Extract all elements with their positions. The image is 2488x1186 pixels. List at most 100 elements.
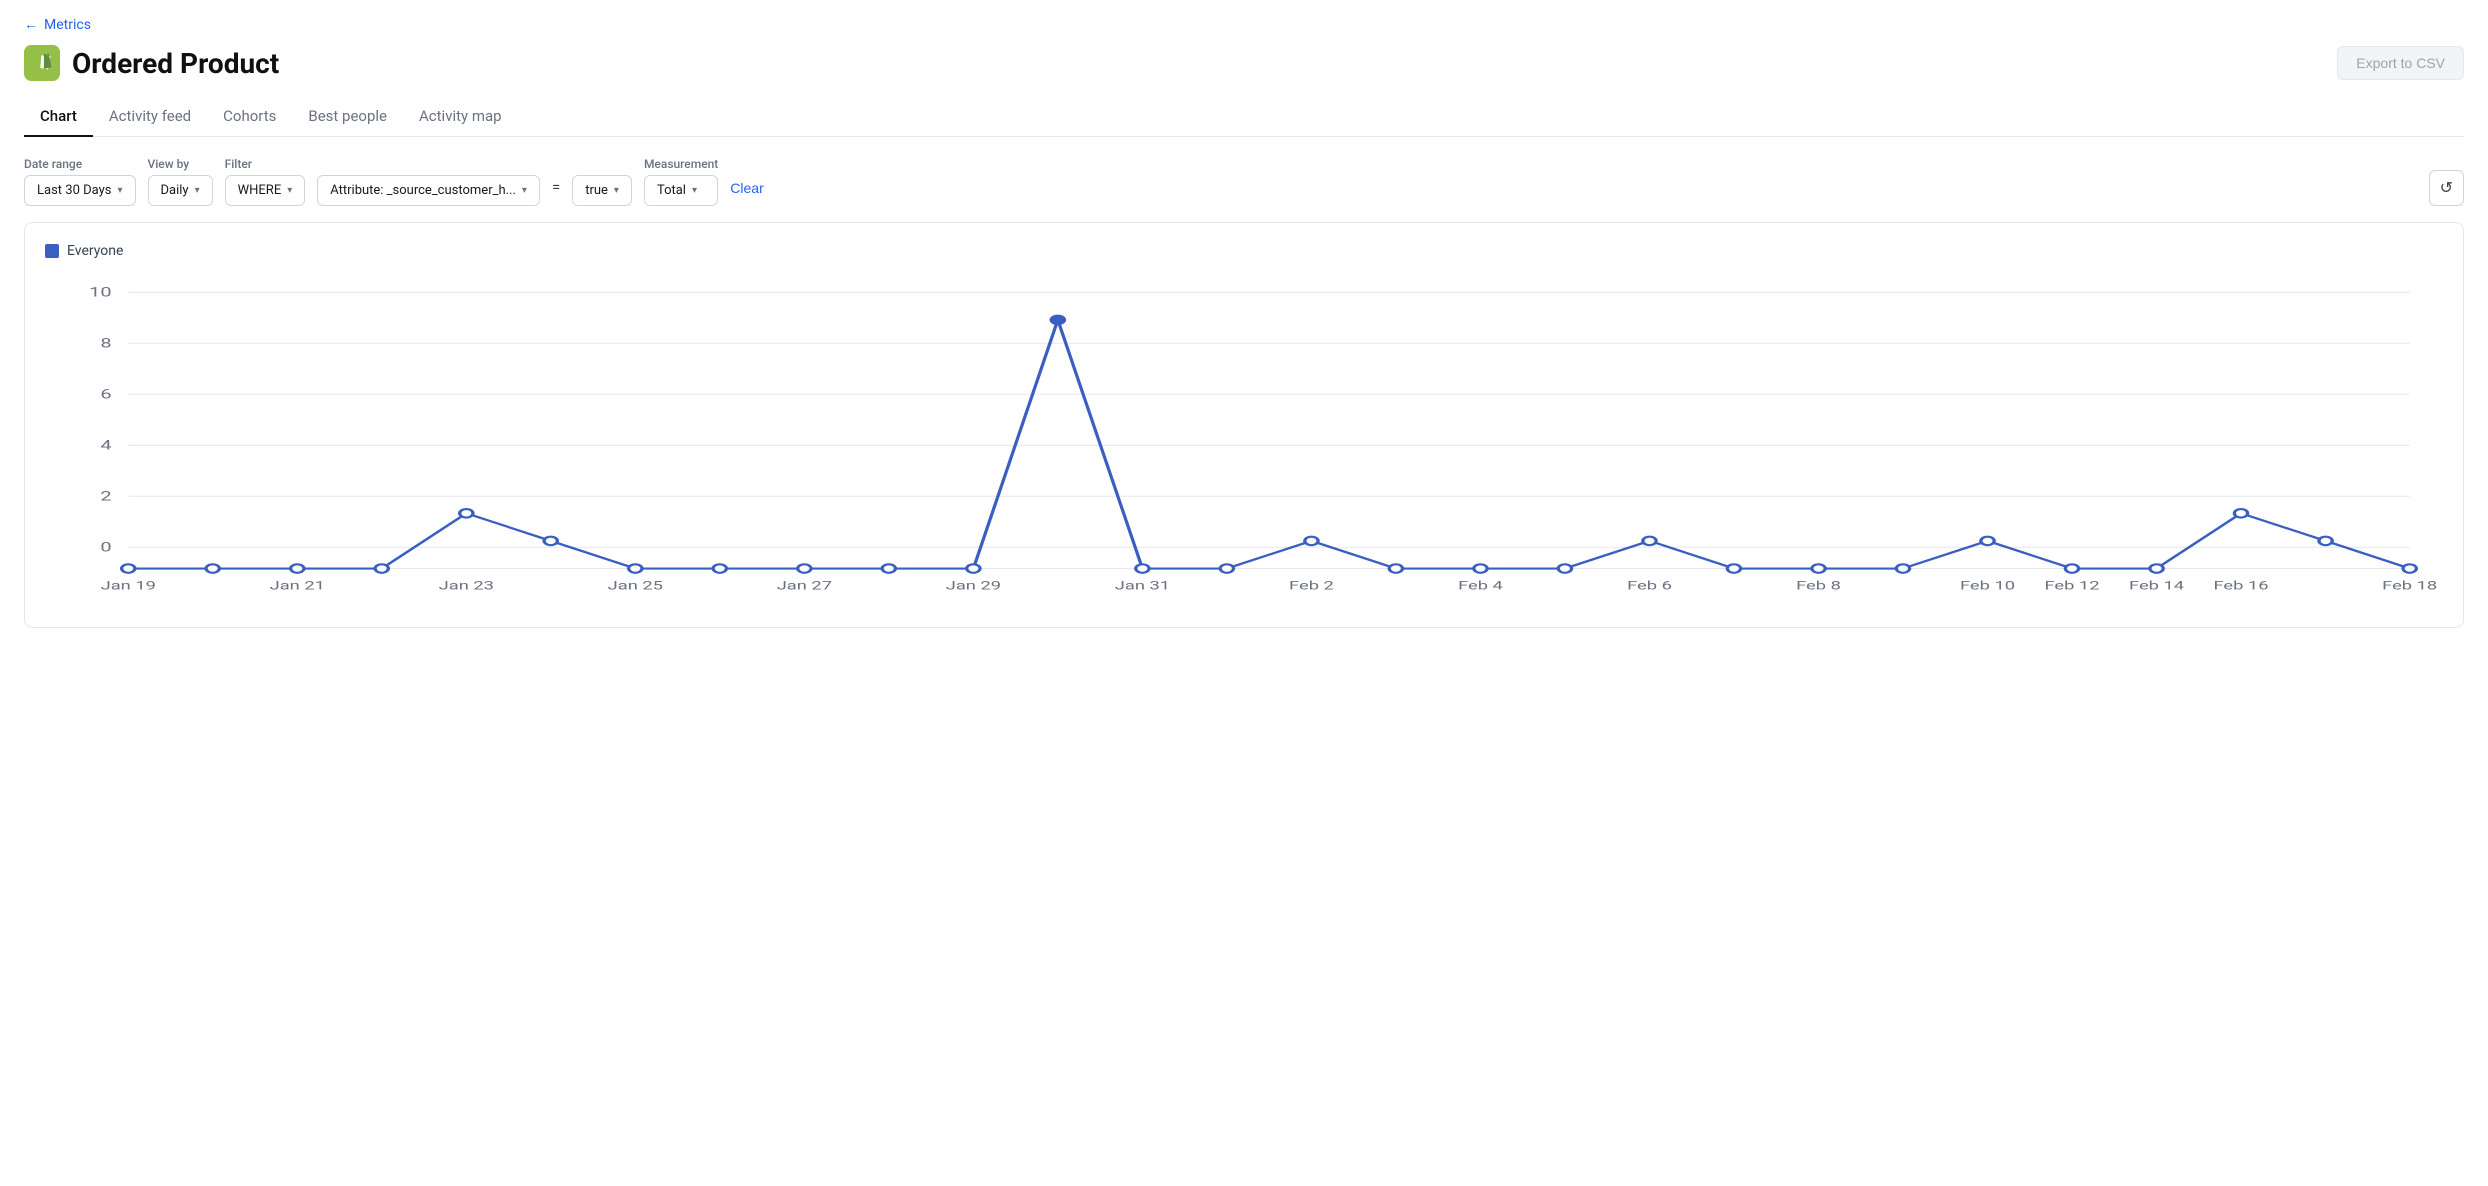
chart-legend: Everyone [45,243,2443,259]
svg-text:10: 10 [89,285,111,300]
measurement-chevron-icon: ▾ [692,185,697,196]
clear-button[interactable]: Clear [730,180,763,206]
data-point [460,509,473,518]
svg-text:Feb 2: Feb 2 [1289,579,1334,593]
data-point [882,564,895,573]
view-by-label: View by [148,157,213,171]
svg-text:Jan 25: Jan 25 [608,579,664,593]
date-range-label: Date range [24,157,136,171]
export-csv-button[interactable]: Export to CSV [2337,46,2464,80]
svg-text:Jan 27: Jan 27 [777,579,832,593]
filters-row: Date range Last 30 Days ▾ View by Daily … [24,157,2464,206]
data-point [713,564,726,573]
filter-label: Filter [225,157,306,171]
data-point-peak [1051,316,1064,325]
svg-text:Feb 14: Feb 14 [2129,579,2184,593]
legend-color-box [45,244,59,258]
svg-text:0: 0 [100,540,111,555]
attribute-label [317,157,540,171]
date-range-value: Last 30 Days [37,183,111,198]
where-select[interactable]: WHERE ▾ [225,175,306,206]
svg-text:Feb 6: Feb 6 [1627,579,1672,593]
svg-text:Jan 19: Jan 19 [101,579,156,593]
measurement-group: Measurement Total ▾ [644,157,718,206]
data-point [544,537,557,546]
data-point [1812,564,1825,573]
data-point [1389,564,1402,573]
svg-text:Feb 16: Feb 16 [2213,579,2268,593]
svg-text:4: 4 [100,438,112,453]
data-point [1474,564,1487,573]
svg-text:6: 6 [100,387,111,402]
attribute-value: Attribute: _source_customer_h... [330,183,516,198]
back-arrow-icon: ← [24,16,38,33]
equals-sign: = [552,178,560,206]
true-chevron-icon: ▾ [614,185,619,196]
data-point [2403,564,2416,573]
tab-best-people[interactable]: Best people [292,97,403,137]
data-point [1981,537,1994,546]
tab-cohorts[interactable]: Cohorts [207,97,292,137]
header-row: Ordered Product Export to CSV [24,45,2464,81]
data-point [798,564,811,573]
chart-line [128,320,2409,569]
chart-svg: 10 8 6 4 2 0 [45,271,2443,611]
true-value: true [585,183,608,198]
refresh-icon: ↺ [2440,180,2453,197]
svg-text:8: 8 [100,336,111,351]
header-left: Ordered Product [24,45,279,81]
date-range-group: Date range Last 30 Days ▾ [24,157,136,206]
data-point [291,564,304,573]
tab-chart[interactable]: Chart [24,97,93,137]
back-link[interactable]: ← Metrics [24,16,91,33]
shopify-logo [24,45,60,81]
svg-text:Feb 8: Feb 8 [1796,579,1841,593]
data-point [2065,564,2078,573]
svg-text:Feb 18: Feb 18 [2382,579,2437,593]
page-title: Ordered Product [72,47,279,80]
filter-group: Filter WHERE ▾ [225,157,306,206]
true-select[interactable]: true ▾ [572,175,632,206]
data-point [375,564,388,573]
legend-label: Everyone [67,243,123,259]
true-group: true ▾ [572,157,632,206]
attribute-group: Attribute: _source_customer_h... ▾ [317,157,540,206]
view-by-chevron-icon: ▾ [195,185,200,196]
view-by-value: Daily [161,183,189,198]
svg-text:Feb 10: Feb 10 [1960,579,2015,593]
data-point [206,564,219,573]
attribute-chevron-icon: ▾ [522,185,527,196]
chart-container: Everyone 10 8 6 4 2 0 [24,222,2464,628]
svg-text:Jan 31: Jan 31 [1115,579,1170,593]
measurement-select[interactable]: Total ▾ [644,175,718,206]
where-value: WHERE [238,183,282,198]
data-point [1727,564,1740,573]
data-point [1220,564,1233,573]
view-by-select[interactable]: Daily ▾ [148,175,213,206]
date-range-select[interactable]: Last 30 Days ▾ [24,175,136,206]
svg-text:Feb 12: Feb 12 [2044,579,2099,593]
data-point [967,564,980,573]
data-point [2150,564,2163,573]
data-point [2319,537,2332,546]
data-point [1643,537,1656,546]
data-point [2234,509,2247,518]
svg-text:Jan 29: Jan 29 [946,579,1001,593]
svg-text:Jan 21: Jan 21 [270,579,325,593]
tabs-bar: Chart Activity feed Cohorts Best people … [24,97,2464,137]
svg-text:Jan 23: Jan 23 [439,579,494,593]
tab-activity-feed[interactable]: Activity feed [93,97,207,137]
true-label [572,157,632,171]
svg-text:Feb 4: Feb 4 [1458,579,1503,593]
data-point [1136,564,1149,573]
data-point [629,564,642,573]
svg-text:2: 2 [100,489,111,504]
measurement-value: Total [657,183,686,198]
chart-area: 10 8 6 4 2 0 [45,271,2443,611]
refresh-button[interactable]: ↺ [2429,170,2464,206]
data-point [1558,564,1571,573]
attribute-select[interactable]: Attribute: _source_customer_h... ▾ [317,175,540,206]
back-link-label: Metrics [44,17,91,33]
where-chevron-icon: ▾ [287,185,292,196]
tab-activity-map[interactable]: Activity map [403,97,518,137]
